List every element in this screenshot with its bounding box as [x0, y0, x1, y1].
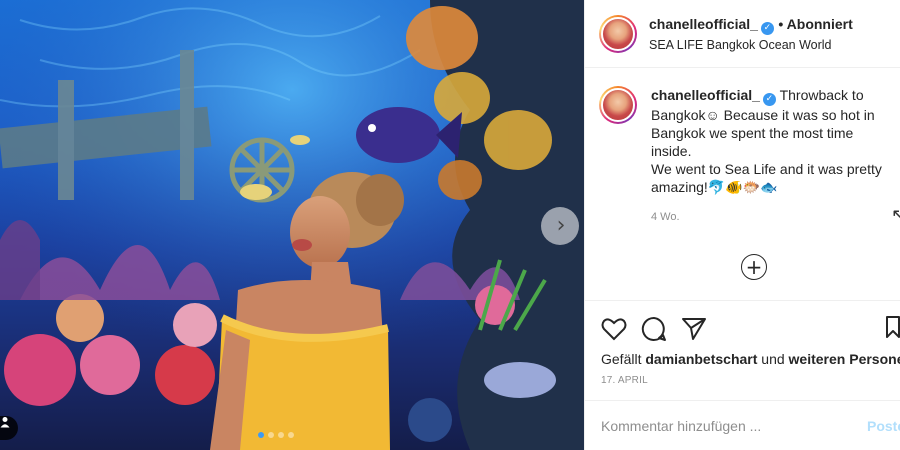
follow-status[interactable]: • Abonniert [778, 16, 852, 32]
avatar[interactable] [599, 14, 637, 53]
likes-summary: Gefällt damianbetschart und weiteren Per… [585, 343, 900, 367]
verified-badge-icon: ✓ [762, 93, 776, 106]
carousel-dot [268, 432, 274, 438]
post-date[interactable]: 17. APRIL [585, 367, 900, 386]
carousel-dot [258, 432, 264, 438]
liked-by-user[interactable]: damianbetschart [645, 351, 757, 367]
caption-timestamp[interactable]: 4 Wo. [651, 208, 886, 226]
comment-icon[interactable] [641, 316, 667, 342]
likes-others-link[interactable]: weiteren Personen [789, 351, 900, 367]
post-details-panel: chanelleofficial_ ✓ • Abonniert SEA LIFE … [584, 0, 900, 450]
load-more-comments-button[interactable]: + [741, 254, 767, 280]
bookmark-icon[interactable] [885, 315, 900, 339]
author-username[interactable]: chanelleofficial_ [649, 16, 758, 32]
likes-prefix: Gefällt [601, 351, 646, 367]
carousel-dot [278, 432, 284, 438]
caption: chanelleofficial_ ✓ Throwback to Bangkok☺… [585, 68, 900, 268]
post-actions: Gefällt damianbetschart und weiteren Per… [585, 300, 900, 386]
aquarium-scene [0, 0, 584, 450]
location-link[interactable]: SEA LIFE Bangkok Ocean World [649, 38, 853, 52]
person-icon [0, 417, 10, 428]
post-comment-button[interactable]: Posten [867, 418, 900, 434]
mouse-cursor-icon: ↖ [891, 205, 900, 226]
heart-icon[interactable] [601, 317, 627, 341]
carousel-dots [258, 432, 294, 438]
add-comment-bar: Posten [585, 400, 900, 450]
carousel-next-button[interactable]: › [541, 207, 579, 245]
carousel-dot [288, 432, 294, 438]
caption-username[interactable]: chanelleofficial_ [651, 87, 760, 103]
chevron-right-icon: › [556, 213, 566, 238]
plus-icon: + [745, 255, 763, 279]
caption-text-2: We went to Sea Life and it was pretty am… [651, 161, 882, 195]
avatar[interactable] [599, 86, 637, 124]
post-header: chanelleofficial_ ✓ • Abonniert SEA LIFE … [585, 0, 900, 68]
share-icon[interactable] [681, 317, 707, 341]
comment-input[interactable] [601, 417, 841, 434]
verified-badge-icon: ✓ [760, 21, 774, 35]
likes-middle: und [757, 351, 789, 367]
post-photo[interactable]: › [0, 0, 584, 450]
